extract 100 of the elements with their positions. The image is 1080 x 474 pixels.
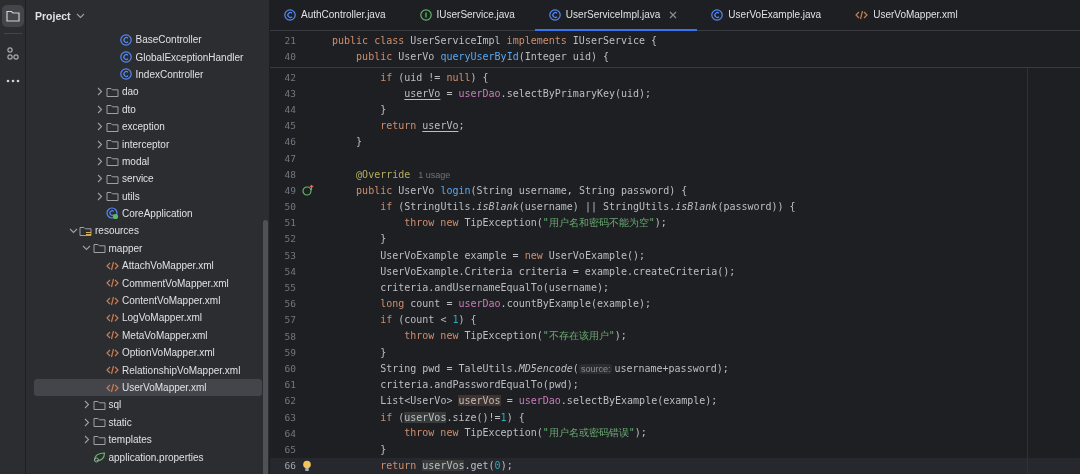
tree-item[interactable]: CoreApplication (34, 204, 262, 223)
lightbulb-icon (302, 459, 312, 472)
code-line: List<UserVo> userVos = userDao.selectByExample(example); (379, 395, 718, 407)
folder-icon (92, 416, 106, 429)
xml-icon (106, 311, 119, 324)
line-number: 63 (283, 411, 296, 423)
folder-icon (106, 155, 119, 168)
line-number: 47 (283, 152, 296, 164)
line-number: 43 (283, 87, 296, 99)
tree-item[interactable]: resources (34, 222, 262, 240)
folder-icon (106, 103, 119, 116)
resources-folder-icon (79, 225, 92, 237)
xml-icon (106, 364, 119, 377)
line-number: 66 (283, 460, 296, 472)
line-number: 64 (283, 427, 296, 439)
xml-icon (106, 259, 119, 272)
tree-item[interactable]: exception (34, 117, 262, 136)
tree-item[interactable]: MetaVoMapper.xml (34, 326, 262, 345)
code-line: return userVos.get(0); (379, 460, 513, 472)
editor-tab[interactable]: UserVoExample.java (697, 0, 842, 31)
tree-item[interactable]: modal (34, 152, 262, 171)
line-number: 61 (283, 379, 296, 391)
xml-icon (106, 329, 119, 342)
line-number: 54 (283, 265, 296, 277)
tree-item[interactable]: utils (34, 187, 262, 205)
tree-item[interactable]: AttachVoMapper.xml (34, 257, 262, 275)
code-line: } (379, 233, 387, 245)
tree-item[interactable]: static (34, 413, 262, 431)
code-line: throw new TipException("用户名和密码不能为空"); (403, 215, 667, 230)
tree-item[interactable]: UserVoMapper.xml (34, 378, 262, 397)
line-number: 59 (283, 346, 296, 358)
tree-item[interactable]: sql (34, 396, 262, 414)
chevron-down-icon (75, 12, 85, 19)
editor-tab[interactable]: AuthController.java (270, 0, 406, 31)
code-line: if (StringUtils.isBlank(username) || StringUtils.isBlank(password)) { (379, 201, 796, 213)
tree-item[interactable]: application.properties (34, 448, 262, 466)
xml-icon (106, 277, 119, 290)
code-line: criteria.andPasswordEqualTo(pwd); (379, 379, 579, 391)
line-number: 42 (283, 71, 296, 83)
leaf-icon (92, 451, 106, 464)
folder-icon (92, 242, 106, 255)
tree-item[interactable]: service (34, 170, 262, 188)
code-line: } (379, 103, 387, 115)
folder-icon (106, 172, 119, 185)
line-number: 52 (283, 233, 296, 245)
override-icon (302, 184, 314, 197)
code-line: throw new TipException("不存在该用户"); (403, 329, 627, 344)
tree-item[interactable]: LogVoMapper.xml (34, 309, 262, 327)
line-number: 58 (283, 330, 296, 342)
code-line: throw new TipException("用户名或密码错误"); (403, 426, 647, 441)
line-number: 48 (283, 168, 296, 180)
tree-item[interactable]: BaseController (34, 31, 262, 49)
line-number: 21 (283, 34, 296, 46)
xml-icon (855, 8, 869, 21)
editor-tab[interactable]: UserVoMapper.xml (841, 0, 978, 31)
folder-icon (106, 85, 119, 98)
line-number: 45 (283, 120, 296, 132)
code-line: public UserVo login(String username, String password) { (355, 184, 688, 196)
panel-title[interactable]: Project (35, 9, 71, 22)
line-number: 40 (283, 51, 296, 63)
code-line: public class UserServiceImpl implements IUserService { (332, 34, 658, 46)
xml-icon (106, 294, 119, 307)
editor-tab[interactable]: IUserService.java (405, 0, 535, 31)
folder-icon (92, 398, 106, 411)
code-line: if (uid != null) { (379, 71, 489, 83)
code-line: userVo = userDao.selectByPrimaryKey(uid); (403, 87, 652, 99)
tree-item[interactable]: IndexController (34, 65, 262, 84)
xml-icon (106, 346, 119, 359)
tree-item[interactable]: mapper (34, 239, 262, 258)
code-line: return userVo; (379, 120, 465, 132)
code-line: } (379, 443, 387, 455)
tree-item[interactable]: dao (34, 83, 262, 101)
close-icon (669, 10, 678, 19)
scrollbar-thumb[interactable] (263, 220, 268, 474)
tree-item[interactable]: interceptor (34, 135, 262, 153)
code-line: if (count < 1) { (379, 314, 477, 326)
code-line: criteria.andUsernameEqualTo(username); (379, 282, 609, 294)
class-icon (284, 8, 296, 21)
tree-item[interactable]: templates (34, 431, 262, 449)
code-line: if (userVos.size()!=1) { (379, 411, 525, 423)
line-number: 49 (283, 184, 296, 196)
line-number: 51 (283, 217, 296, 229)
tree-item[interactable]: CommentVoMapper.xml (34, 274, 262, 292)
folder-icon (106, 120, 119, 133)
line-number: 50 (283, 201, 296, 213)
folder-icon (106, 190, 119, 203)
tree-item[interactable]: GlobalExceptionHandler (34, 48, 262, 66)
line-number: 53 (283, 249, 296, 261)
tree-item[interactable]: ContentVoMapper.xml (34, 291, 262, 310)
class-icon (119, 68, 132, 81)
line-number: 44 (283, 103, 296, 115)
code-line: } (355, 136, 363, 148)
line-number: 60 (283, 362, 296, 374)
tool-window-button[interactable] (1, 5, 24, 27)
tree-item[interactable]: dto (34, 100, 262, 118)
tree-item[interactable]: OptionVoMapper.xml (34, 344, 262, 362)
structure-icon (6, 46, 19, 60)
code-line: public UserVo queryUserById(Integer uid) { (355, 51, 609, 63)
line-number: 65 (283, 443, 296, 455)
tree-item[interactable]: RelationshipVoMapper.xml (34, 361, 262, 379)
